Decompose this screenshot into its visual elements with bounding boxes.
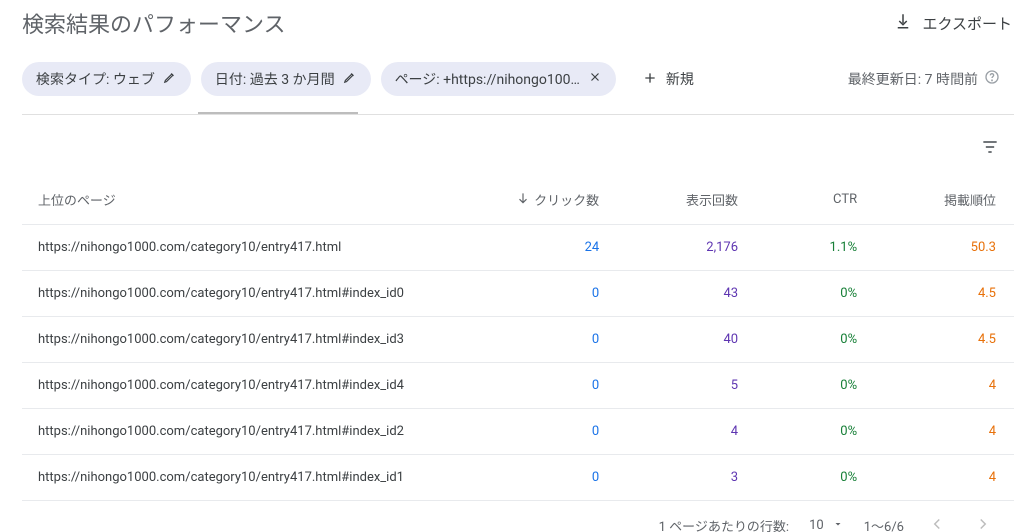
export-label: エクスポート bbox=[922, 13, 1012, 34]
col-header-clicks[interactable]: クリック数 bbox=[478, 175, 617, 225]
cell-position: 50.3 bbox=[875, 225, 1014, 271]
cell-impressions: 5 bbox=[617, 363, 756, 409]
next-page-button[interactable] bbox=[970, 511, 996, 532]
table-row[interactable]: https://nihongo1000.com/category10/entry… bbox=[22, 317, 1014, 363]
cell-position: 4.5 bbox=[875, 317, 1014, 363]
pagination-range: 1～6/6 bbox=[864, 516, 904, 532]
rows-per-page-label: 1 ページあたりの行数: bbox=[659, 516, 789, 532]
cell-page[interactable]: https://nihongo1000.com/category10/entry… bbox=[22, 363, 478, 409]
cell-page[interactable]: https://nihongo1000.com/category10/entry… bbox=[22, 409, 478, 455]
col-header-position[interactable]: 掲載順位 bbox=[875, 175, 1014, 225]
cell-clicks: 0 bbox=[478, 409, 617, 455]
col-header-impressions[interactable]: 表示回数 bbox=[617, 175, 756, 225]
cell-clicks: 0 bbox=[478, 271, 617, 317]
cell-clicks: 0 bbox=[478, 363, 617, 409]
table-row[interactable]: https://nihongo1000.com/category10/entry… bbox=[22, 271, 1014, 317]
add-new-button[interactable]: 新規 bbox=[632, 63, 704, 95]
cell-ctr: 0% bbox=[756, 409, 875, 455]
plus-icon bbox=[642, 70, 658, 89]
table-row[interactable]: https://nihongo1000.com/category10/entry… bbox=[22, 409, 1014, 455]
cell-impressions: 3 bbox=[617, 455, 756, 501]
cell-ctr: 0% bbox=[756, 363, 875, 409]
cell-impressions: 43 bbox=[617, 271, 756, 317]
cell-page[interactable]: https://nihongo1000.com/category10/entry… bbox=[22, 225, 478, 271]
cell-position: 4.5 bbox=[875, 271, 1014, 317]
pencil-icon bbox=[163, 70, 177, 88]
table-row[interactable]: https://nihongo1000.com/category10/entry… bbox=[22, 363, 1014, 409]
search-type-chip[interactable]: 検索タイプ: ウェブ bbox=[22, 62, 191, 96]
cell-ctr: 0% bbox=[756, 317, 875, 363]
last-updated-text: 最終更新日: 7 時間前 bbox=[848, 69, 1002, 89]
table-row[interactable]: https://nihongo1000.com/category10/entry… bbox=[22, 455, 1014, 501]
page-filter-chip[interactable]: ページ: +https://nihongo100… bbox=[381, 62, 616, 96]
cell-page[interactable]: https://nihongo1000.com/category10/entry… bbox=[22, 271, 478, 317]
cell-position: 4 bbox=[875, 363, 1014, 409]
caret-down-icon bbox=[832, 518, 844, 532]
table-row[interactable]: https://nihongo1000.com/category10/entry… bbox=[22, 225, 1014, 271]
cell-page[interactable]: https://nihongo1000.com/category10/entry… bbox=[22, 317, 478, 363]
cell-ctr: 1.1% bbox=[756, 225, 875, 271]
page-filter-label: ページ: +https://nihongo100… bbox=[395, 69, 580, 89]
col-header-ctr[interactable]: CTR bbox=[756, 175, 875, 225]
cell-impressions: 4 bbox=[617, 409, 756, 455]
cell-ctr: 0% bbox=[756, 455, 875, 501]
cell-position: 4 bbox=[875, 409, 1014, 455]
cell-clicks: 0 bbox=[478, 455, 617, 501]
rows-per-page-value: 10 bbox=[809, 518, 824, 532]
add-new-label: 新規 bbox=[666, 69, 694, 89]
cell-ctr: 0% bbox=[756, 271, 875, 317]
download-icon bbox=[894, 12, 912, 34]
search-type-label: 検索タイプ: ウェブ bbox=[36, 69, 155, 89]
date-range-label: 日付: 過去 3 か月間 bbox=[215, 69, 335, 89]
filter-icon[interactable] bbox=[974, 131, 1006, 167]
col-header-page[interactable]: 上位のページ bbox=[22, 175, 478, 225]
export-button[interactable]: エクスポート bbox=[892, 6, 1014, 40]
cell-impressions: 2,176 bbox=[617, 225, 756, 271]
page-title: 検索結果のパフォーマンス bbox=[22, 7, 286, 39]
close-icon[interactable] bbox=[588, 70, 602, 88]
cell-clicks: 24 bbox=[478, 225, 617, 271]
pencil-icon bbox=[343, 70, 357, 88]
date-range-chip[interactable]: 日付: 過去 3 か月間 bbox=[201, 62, 371, 96]
arrow-down-icon bbox=[516, 191, 530, 209]
help-icon[interactable] bbox=[984, 69, 1000, 89]
cell-page[interactable]: https://nihongo1000.com/category10/entry… bbox=[22, 455, 478, 501]
performance-table: 上位のページ クリック数 表示回数 CTR bbox=[22, 175, 1014, 501]
cell-clicks: 0 bbox=[478, 317, 617, 363]
cell-impressions: 40 bbox=[617, 317, 756, 363]
prev-page-button[interactable] bbox=[924, 511, 950, 532]
cell-position: 4 bbox=[875, 455, 1014, 501]
rows-per-page-select[interactable]: 10 bbox=[809, 518, 844, 532]
